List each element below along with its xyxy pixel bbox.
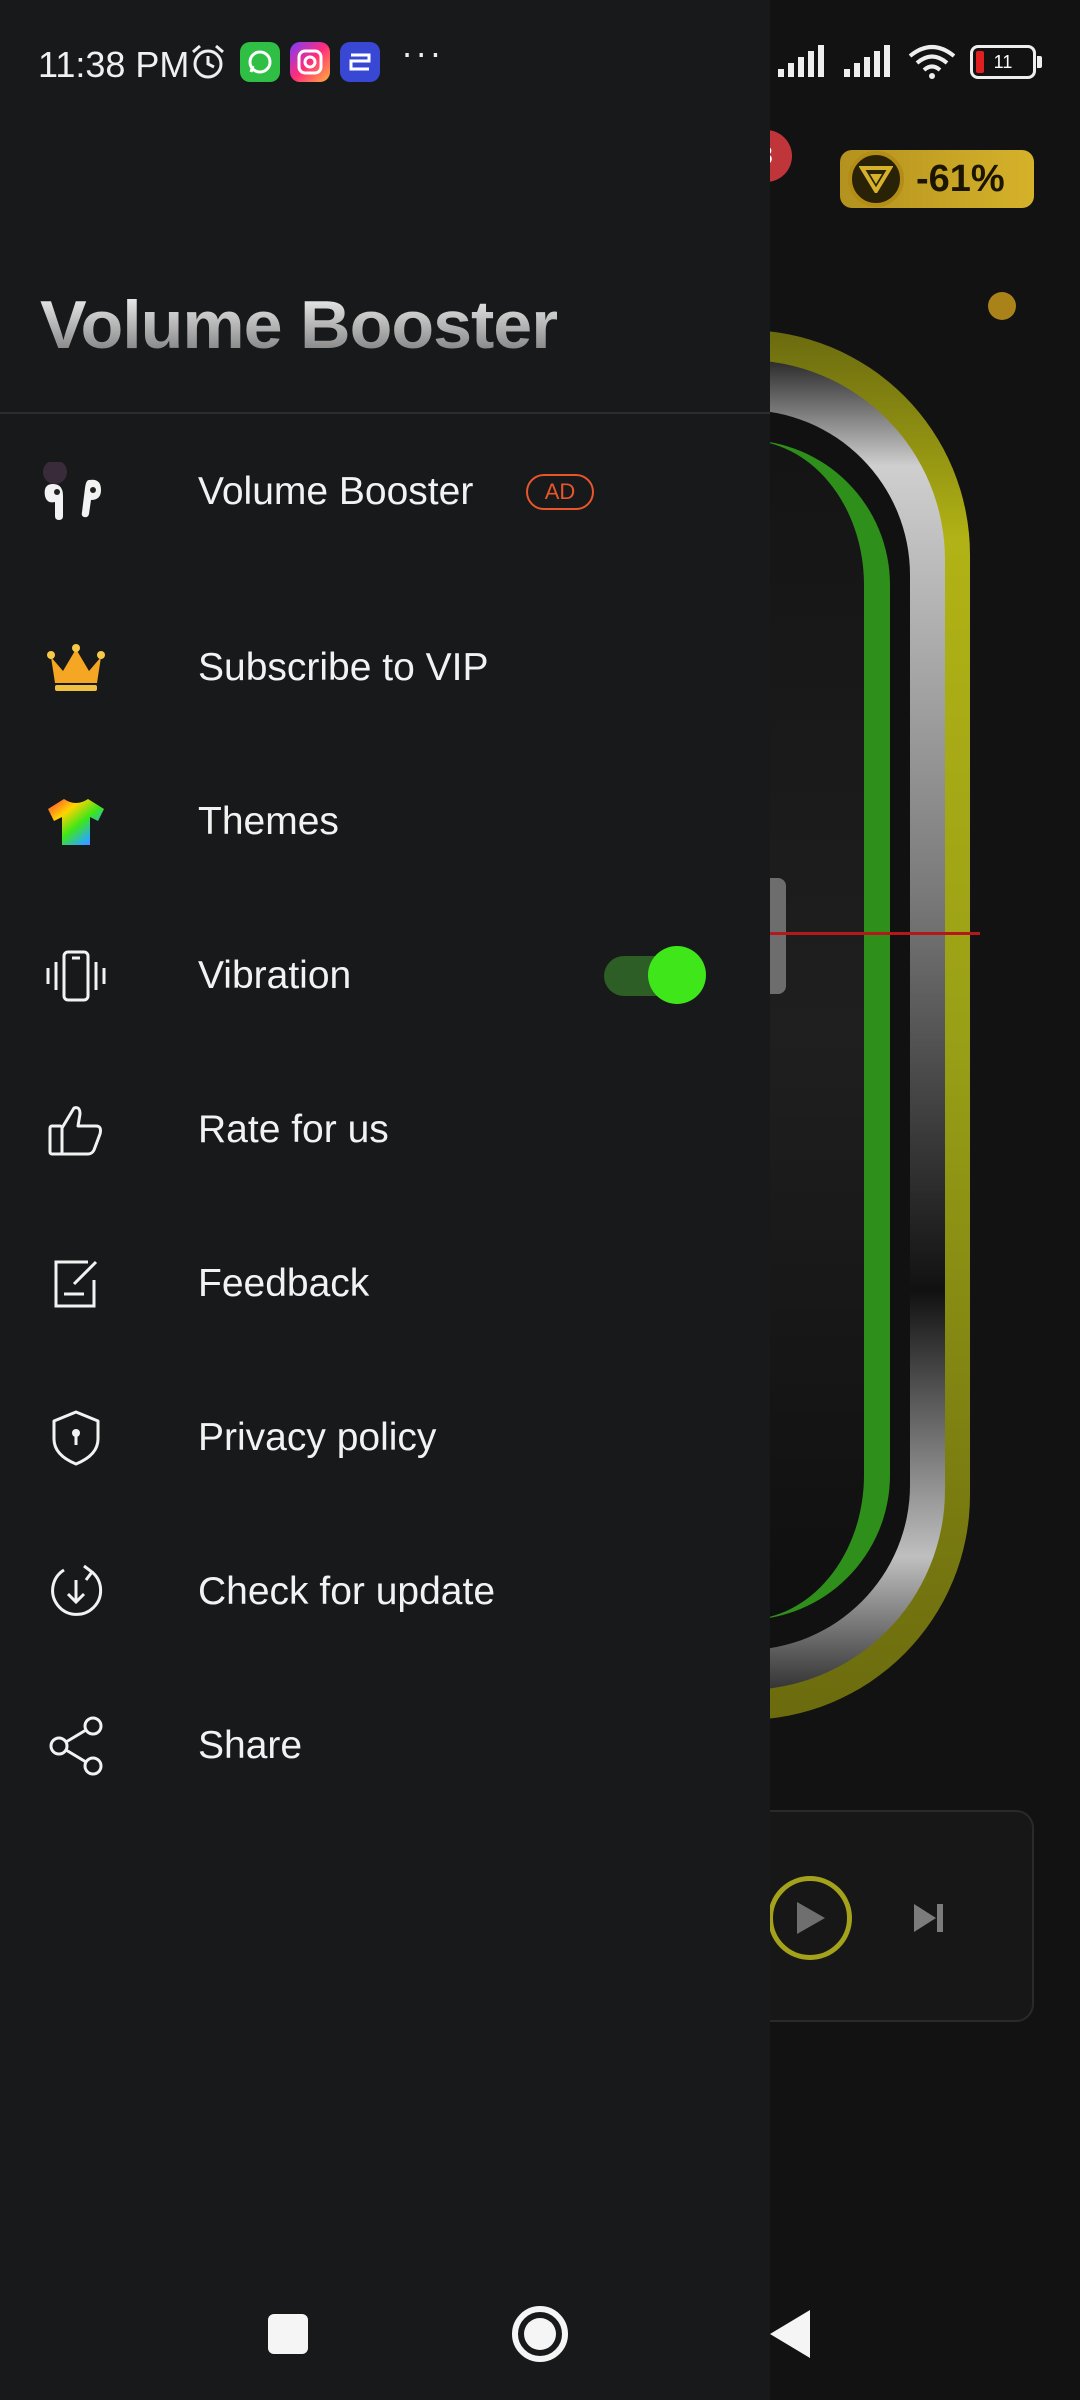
status-time: 11:38 PM	[38, 44, 190, 85]
vibration-toggle[interactable]	[604, 946, 706, 1004]
whatsapp-icon	[240, 42, 280, 82]
menu-item-share[interactable]: Share	[0, 1686, 770, 1806]
menu-item-label: Vibration	[198, 954, 352, 997]
thumbs-up-icon	[40, 1094, 112, 1166]
play-icon	[797, 1902, 825, 1934]
menu-item-vibration[interactable]: Vibration	[0, 916, 770, 1036]
vip-discount-pill[interactable]: -61%	[840, 150, 1034, 208]
menu-item-label: Check for update	[198, 1570, 496, 1613]
menu-item-label: Themes	[198, 800, 339, 843]
edit-note-icon	[40, 1248, 112, 1320]
next-track-button[interactable]	[910, 1900, 946, 1936]
back-button[interactable]	[770, 2310, 810, 2358]
ad-badge: AD	[526, 474, 594, 510]
indicator-dot	[988, 292, 1016, 320]
recents-button[interactable]	[268, 2314, 308, 2354]
earbuds-icon	[40, 456, 112, 528]
app-icon	[340, 42, 380, 82]
menu-item-themes[interactable]: Themes	[0, 762, 770, 882]
battery-icon: 11	[970, 45, 1042, 79]
drawer-divider	[0, 412, 770, 414]
battery-level: 11	[993, 51, 1013, 72]
crown-icon	[40, 632, 112, 704]
menu-item-label: Rate for us	[198, 1108, 389, 1151]
play-button[interactable]	[768, 1876, 852, 1960]
status-bar: 11:38 PM ··· 11	[0, 0, 1080, 130]
shield-icon	[40, 1402, 112, 1474]
wifi-icon	[908, 45, 956, 79]
vip-discount: -61%	[916, 157, 1005, 200]
menu-item-label: Subscribe to VIP	[198, 646, 489, 689]
vibration-icon	[40, 940, 112, 1012]
update-icon	[40, 1556, 112, 1628]
menu-item-label: Feedback	[198, 1262, 370, 1305]
menu-item-label: Privacy policy	[198, 1416, 437, 1459]
menu-item-subscribe-vip[interactable]: Subscribe to VIP	[0, 608, 770, 728]
menu-item-volume-booster-ad[interactable]: Volume Booster AD	[0, 432, 770, 552]
alarm-icon	[188, 42, 228, 82]
volume-level-marker	[770, 932, 980, 935]
menu-item-label: Volume Booster	[198, 470, 474, 513]
home-icon	[524, 2318, 556, 2350]
home-button[interactable]	[512, 2306, 568, 2362]
signal-icon	[778, 45, 824, 77]
instagram-icon	[290, 42, 330, 82]
drawer-title: Volume Booster	[40, 287, 558, 363]
tshirt-icon	[40, 786, 112, 858]
status-right: 11	[776, 44, 1042, 80]
menu-item-rate[interactable]: Rate for us	[0, 1070, 770, 1190]
menu-item-label: Share	[198, 1724, 303, 1767]
share-icon	[40, 1710, 112, 1782]
toggle-thumb	[648, 946, 706, 1004]
signal-icon	[844, 45, 890, 77]
skip-next-icon	[914, 1904, 943, 1932]
more-notifications-icon: ···	[402, 36, 445, 74]
menu-item-check-update[interactable]: Check for update	[0, 1532, 770, 1652]
menu-item-feedback[interactable]: Feedback	[0, 1224, 770, 1344]
vip-coin-icon	[848, 151, 904, 207]
menu-item-privacy-policy[interactable]: Privacy policy	[0, 1378, 770, 1498]
navigation-drawer: Volume Booster Volume Booster AD Subscri…	[0, 0, 770, 2400]
